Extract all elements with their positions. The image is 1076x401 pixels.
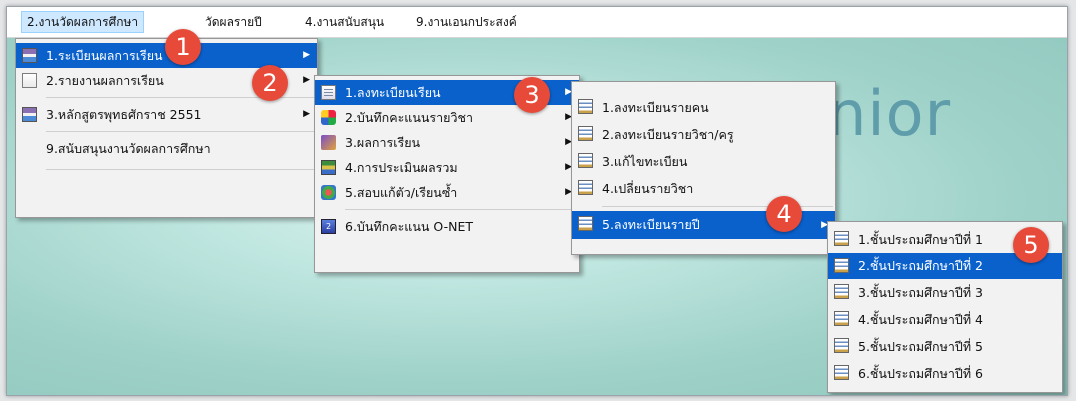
menu-item-curriculum-2551[interactable]: 3.หลักสูตรพุทธศักราช 2551 ▶ — [16, 102, 317, 127]
results-icon — [321, 135, 336, 150]
menu-separator — [46, 131, 315, 132]
menu-item-label: 4.ชั้นประถมศึกษาปีที่ 4 — [858, 312, 983, 327]
menubar-item-assessment[interactable]: 2.งานวัดผลการศึกษา — [21, 11, 145, 33]
onet-icon — [321, 219, 336, 234]
menubar-item-misc[interactable]: 9.งานเอนกประสงค์ — [411, 12, 522, 32]
register-icon — [834, 231, 849, 246]
menu-item-label: 9.สนับสนุนงานวัดผลการศึกษา — [46, 141, 211, 156]
menu-item-grade-3[interactable]: 3.ชั้นประถมศึกษาปีที่ 3 — [828, 279, 1062, 306]
menu-item-onet-scores[interactable]: 6.บันทึกคะแนน O-NET — [315, 214, 579, 239]
enrollment-submenu: 1.ลงทะเบียนรายคน 2.ลงทะเบียนรายวิชา/ครู … — [571, 81, 836, 255]
menu-item-retest-repeat[interactable]: 5.สอบแก้ตัว/เรียนซ้ำ ▶ — [315, 180, 579, 205]
menu-item-label: 2.บันทึกคะแนนรายวิชา — [345, 110, 474, 125]
menu-item-enroll-by-subject-teacher[interactable]: 2.ลงทะเบียนรายวิชา/ครู — [572, 121, 835, 148]
register-icon — [834, 338, 849, 353]
register-icon — [578, 126, 593, 141]
step-badge-3: 3 — [514, 77, 550, 113]
retest-icon — [321, 185, 336, 200]
books-icon — [22, 107, 37, 122]
menu-item-label: 4.การประเมินผลรวม — [345, 160, 458, 175]
menu-item-label: 3.ชั้นประถมศึกษาปีที่ 3 — [858, 285, 983, 300]
app-window: '2551 Junior 2.งานวัดผลการศึกษา วัดผลราย… — [6, 6, 1068, 396]
menu-item-overall-evaluation[interactable]: 4.การประเมินผลรวม ▶ — [315, 155, 579, 180]
menu-item-label: 1.ชั้นประถมศึกษาปีที่ 1 — [858, 232, 983, 247]
menu-item-enroll-individual[interactable]: 1.ลงทะเบียนรายคน — [572, 94, 835, 121]
register-icon — [834, 311, 849, 326]
menu-separator — [345, 209, 577, 210]
menubar-item-yearly-assessment[interactable]: วัดผลรายปี — [200, 12, 267, 32]
edit-register-icon — [578, 153, 593, 168]
menu-item-grade-4[interactable]: 4.ชั้นประถมศึกษาปีที่ 4 — [828, 306, 1062, 333]
menu-item-label: 3.หลักสูตรพุทธศักราช 2551 — [46, 107, 202, 122]
menu-item-label: 1.ระเบียนผลการเรียน — [46, 48, 163, 63]
menu-item-label: 1.ลงทะเบียนเรียน — [345, 85, 441, 100]
step-badge-4: 4 — [766, 196, 802, 232]
register-icon — [834, 258, 849, 273]
menubar-item-support[interactable]: 4.งานสนับสนุน — [300, 12, 389, 32]
submenu-arrow-icon: ▶ — [303, 109, 310, 119]
register-icon — [578, 216, 593, 231]
menu-item-edit-registration[interactable]: 3.แก้ไขทะเบียน — [572, 148, 835, 175]
menu-item-assessment-support[interactable]: 9.สนับสนุนงานวัดผลการศึกษา — [16, 136, 317, 161]
menu-item-label: 2.รายงานผลการเรียน — [46, 73, 164, 88]
menu-item-label: 1.ลงทะเบียนรายคน — [602, 100, 709, 115]
evaluation-icon — [321, 160, 336, 175]
menu-item-label: 6.ชั้นประถมศึกษาปีที่ 6 — [858, 366, 983, 381]
menu-bar: 2.งานวัดผลการศึกษา วัดผลรายปี 4.งานสนับส… — [7, 7, 1067, 38]
menu-item-learning-results[interactable]: 3.ผลการเรียน ▶ — [315, 130, 579, 155]
step-badge-2: 2 — [252, 65, 288, 101]
score-entry-icon — [321, 110, 336, 125]
menu-item-grade-6[interactable]: 6.ชั้นประถมศึกษาปีที่ 6 — [828, 360, 1062, 387]
menu-item-label: 6.บันทึกคะแนน O-NET — [345, 219, 473, 234]
menu-separator — [46, 169, 315, 170]
menu-item-label: 2.ชั้นประถมศึกษาปีที่ 2 — [858, 258, 983, 273]
submenu-arrow-icon: ▶ — [303, 50, 310, 60]
menu-item-label: 5.สอบแก้ตัว/เรียนซ้ำ — [345, 185, 458, 200]
submenu-arrow-icon: ▶ — [303, 75, 310, 85]
menu-item-grade-5[interactable]: 5.ชั้นประถมศึกษาปีที่ 5 — [828, 333, 1062, 360]
menu-item-label: 3.แก้ไขทะเบียน — [602, 154, 688, 169]
document-icon — [22, 73, 37, 88]
book-icon — [22, 48, 37, 63]
step-badge-1: 1 — [165, 29, 201, 65]
menu-item-label: 2.ลงทะเบียนรายวิชา/ครู — [602, 127, 734, 142]
menu-item-label: 5.ลงทะเบียนรายปี — [602, 217, 700, 232]
step-badge-5: 5 — [1013, 227, 1049, 263]
register-icon — [578, 99, 593, 114]
change-subject-icon — [578, 180, 593, 195]
register-icon — [321, 85, 336, 100]
menu-item-change-subject[interactable]: 4.เปลี่ยนรายวิชา — [572, 175, 835, 202]
menu-item-label: 4.เปลี่ยนรายวิชา — [602, 181, 694, 196]
menu-item-label: 3.ผลการเรียน — [345, 135, 421, 150]
register-icon — [834, 365, 849, 380]
register-icon — [834, 284, 849, 299]
menu-item-label: 5.ชั้นประถมศึกษาปีที่ 5 — [858, 339, 983, 354]
